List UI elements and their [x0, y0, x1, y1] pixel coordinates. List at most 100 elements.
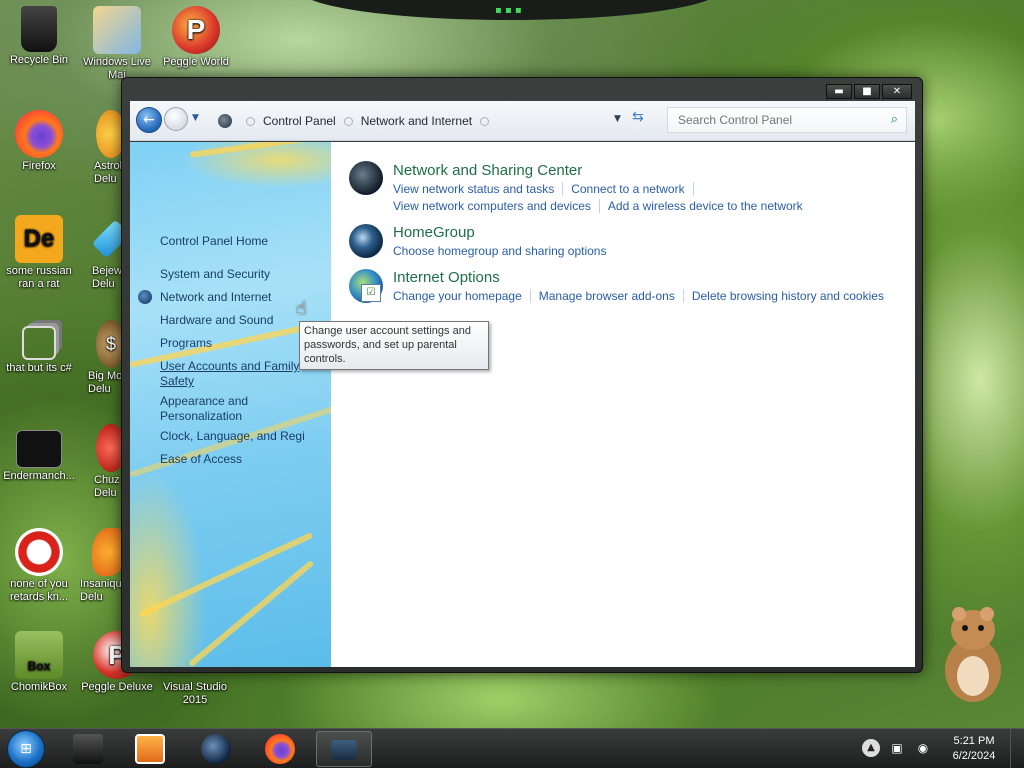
sidebar-item-control-panel-home[interactable]: Control Panel Home: [160, 234, 320, 249]
desktop-icon-chomikbox[interactable]: Box ChomikBox: [0, 631, 78, 694]
sidebar-item-user-accounts[interactable]: User Accounts and Family Safety: [160, 359, 302, 389]
task-link-choose-homegroup[interactable]: Choose homegroup and sharing options: [393, 244, 614, 258]
top-decoration: ▪ ▪ ▪: [300, 0, 720, 20]
windows-logo-icon: ⊞: [20, 741, 32, 757]
hand-cursor-icon: ☝: [296, 298, 307, 319]
network-icon[interactable]: ▣: [888, 739, 906, 757]
control-panel-icon: [331, 740, 357, 760]
content-pane: Network and Sharing Center View network …: [331, 142, 915, 667]
search-input[interactable]: [668, 108, 868, 132]
control-panel-window: ▬ ■ ✕ ← ▼ Control Panel Network and Inte…: [121, 77, 923, 673]
forward-button[interactable]: [164, 107, 188, 131]
breadcrumb-control-panel[interactable]: Control Panel: [263, 114, 336, 128]
task-separator: [529, 289, 531, 303]
task-link-manage-addons[interactable]: Manage browser add-ons: [539, 289, 683, 303]
clock-date: 6/2/2024: [952, 750, 996, 762]
sidebar-streak: [188, 559, 315, 667]
sidebar-item-programs[interactable]: Programs: [160, 336, 320, 351]
desktop-icon-none-of-you[interactable]: none of you retards kn...: [0, 528, 78, 604]
homegroup-icon: [349, 224, 383, 258]
desktop-icon-windows-live-mail[interactable]: Windows Live Mai: [78, 6, 156, 82]
recent-pages-dropdown[interactable]: ▼: [192, 113, 199, 123]
sidebar: Control Panel Home System and Security N…: [130, 142, 331, 667]
taskbar: ⊞ ▲ ▣ ◉ 5:21 PM 6/2/2024: [0, 728, 1024, 768]
task-link-view-network-computers[interactable]: View network computers and devices: [393, 199, 599, 213]
task-separator: [562, 182, 564, 196]
red-dragon-icon: [15, 528, 63, 576]
task-separator: [682, 289, 684, 303]
address-dropdown[interactable]: ▼: [614, 114, 621, 124]
taskbar-button-control-panel[interactable]: [316, 731, 372, 767]
desktop-icon-recycle-bin[interactable]: Recycle Bin: [0, 6, 78, 67]
app-orb-icon: [201, 734, 231, 764]
task-row: Choose homegroup and sharing options: [393, 244, 614, 258]
taskbar-button-app-orb[interactable]: [188, 731, 244, 767]
sidebar-item-clock-language-region[interactable]: Clock, Language, and Regi: [160, 429, 320, 444]
task-link-add-wireless-device[interactable]: Add a wireless device to the network: [608, 199, 811, 213]
sidebar-streak: [138, 531, 314, 618]
desktop-icon-endermanch[interactable]: Endermanch...: [0, 424, 78, 483]
chomikbox-icon: Box: [15, 631, 63, 679]
video-player-icon: [135, 734, 165, 764]
navigation-bar: ← ▼ Control Panel Network and Internet ▼…: [130, 101, 915, 141]
search-icon[interactable]: ⌕: [891, 112, 898, 127]
sidebar-item-ease-of-access[interactable]: Ease of Access: [160, 452, 320, 467]
search-box: ⌕: [667, 107, 907, 133]
category-title-network-sharing[interactable]: Network and Sharing Center: [393, 162, 582, 179]
firefox-icon: [265, 734, 295, 764]
desktop-icon-bejeweled[interactable]: Bejew Delu: [86, 215, 126, 291]
maximize-button[interactable]: ■: [854, 84, 880, 99]
breadcrumb-separator[interactable]: [246, 116, 255, 126]
desktop-icon-peggle-world[interactable]: P Peggle World: [157, 6, 235, 69]
breadcrumb-separator[interactable]: [480, 116, 490, 126]
task-link-delete-browsing-history[interactable]: Delete browsing history and cookies: [692, 289, 892, 303]
desktop-icon-big-money[interactable]: $ Big Mo Delu: [86, 320, 126, 396]
windows-live-mail-icon: [93, 6, 141, 54]
desktop-icon-chuzzle[interactable]: Chuz Delu: [86, 424, 126, 500]
taskbar-button-video-player[interactable]: [122, 731, 178, 767]
peggle-world-icon: P: [172, 6, 220, 54]
stacked-windows-icon: [22, 326, 56, 360]
task-row: View network computers and devices Add a…: [393, 199, 811, 213]
minimize-button[interactable]: ▬: [826, 84, 852, 99]
breadcrumb-network-and-internet[interactable]: Network and Internet: [361, 114, 472, 128]
active-item-icon: [138, 290, 152, 304]
task-link-change-homepage[interactable]: Change your homepage: [393, 289, 530, 303]
taskbar-button-media[interactable]: [60, 731, 116, 767]
hamster-decoration: [945, 607, 1001, 702]
sidebar-item-system-and-security[interactable]: System and Security: [160, 267, 320, 282]
checklist-icon: ☑: [361, 284, 381, 302]
desktop-icon-that-but-its-csharp[interactable]: that but its c#: [0, 320, 78, 375]
chevron-up-icon[interactable]: ▲: [862, 739, 880, 757]
desktop-icon-astropop[interactable]: Astrol Delu: [86, 110, 126, 186]
desktop-icon-firefox[interactable]: Firefox: [0, 110, 78, 173]
start-button[interactable]: ⊞: [7, 730, 45, 768]
category-title-internet-options[interactable]: Internet Options: [393, 269, 500, 286]
refresh-icon[interactable]: ⇆: [632, 109, 644, 125]
sidebar-item-appearance[interactable]: Appearance and Personalization: [160, 394, 280, 424]
clock-time: 5:21 PM: [953, 735, 995, 747]
close-button[interactable]: ✕: [882, 84, 912, 99]
taskbar-button-firefox[interactable]: [252, 731, 308, 767]
clock[interactable]: 5:21 PM 6/2/2024: [944, 734, 1004, 764]
back-button[interactable]: ←: [136, 107, 162, 133]
de-icon: De: [15, 215, 63, 263]
show-desktop-button[interactable]: [1010, 729, 1024, 768]
system-tray: ▲ ▣ ◉: [862, 739, 932, 757]
recycle-bin-icon: [21, 6, 57, 52]
volume-icon[interactable]: ◉: [914, 739, 932, 757]
task-link-connect-to-network[interactable]: Connect to a network: [571, 182, 692, 196]
arrow-left-icon: ←: [143, 112, 155, 128]
task-row: View network status and tasks Connect to…: [393, 182, 702, 196]
task-link-view-network-status[interactable]: View network status and tasks: [393, 182, 562, 196]
sidebar-streak: [189, 142, 331, 158]
task-separator: [598, 199, 600, 213]
category-title-homegroup[interactable]: HomeGroup: [393, 224, 475, 241]
network-sharing-icon: [349, 161, 383, 195]
tooltip: Change user account settings and passwor…: [299, 321, 489, 370]
desktop-icon-insaniquarium[interactable]: Insaniqu Delu: [80, 528, 126, 604]
desktop-icon-some-russian[interactable]: De some russian ran a rat: [0, 215, 78, 291]
breadcrumb-separator[interactable]: [343, 116, 353, 126]
firefox-icon: [15, 110, 63, 158]
control-panel-icon: [218, 114, 232, 128]
